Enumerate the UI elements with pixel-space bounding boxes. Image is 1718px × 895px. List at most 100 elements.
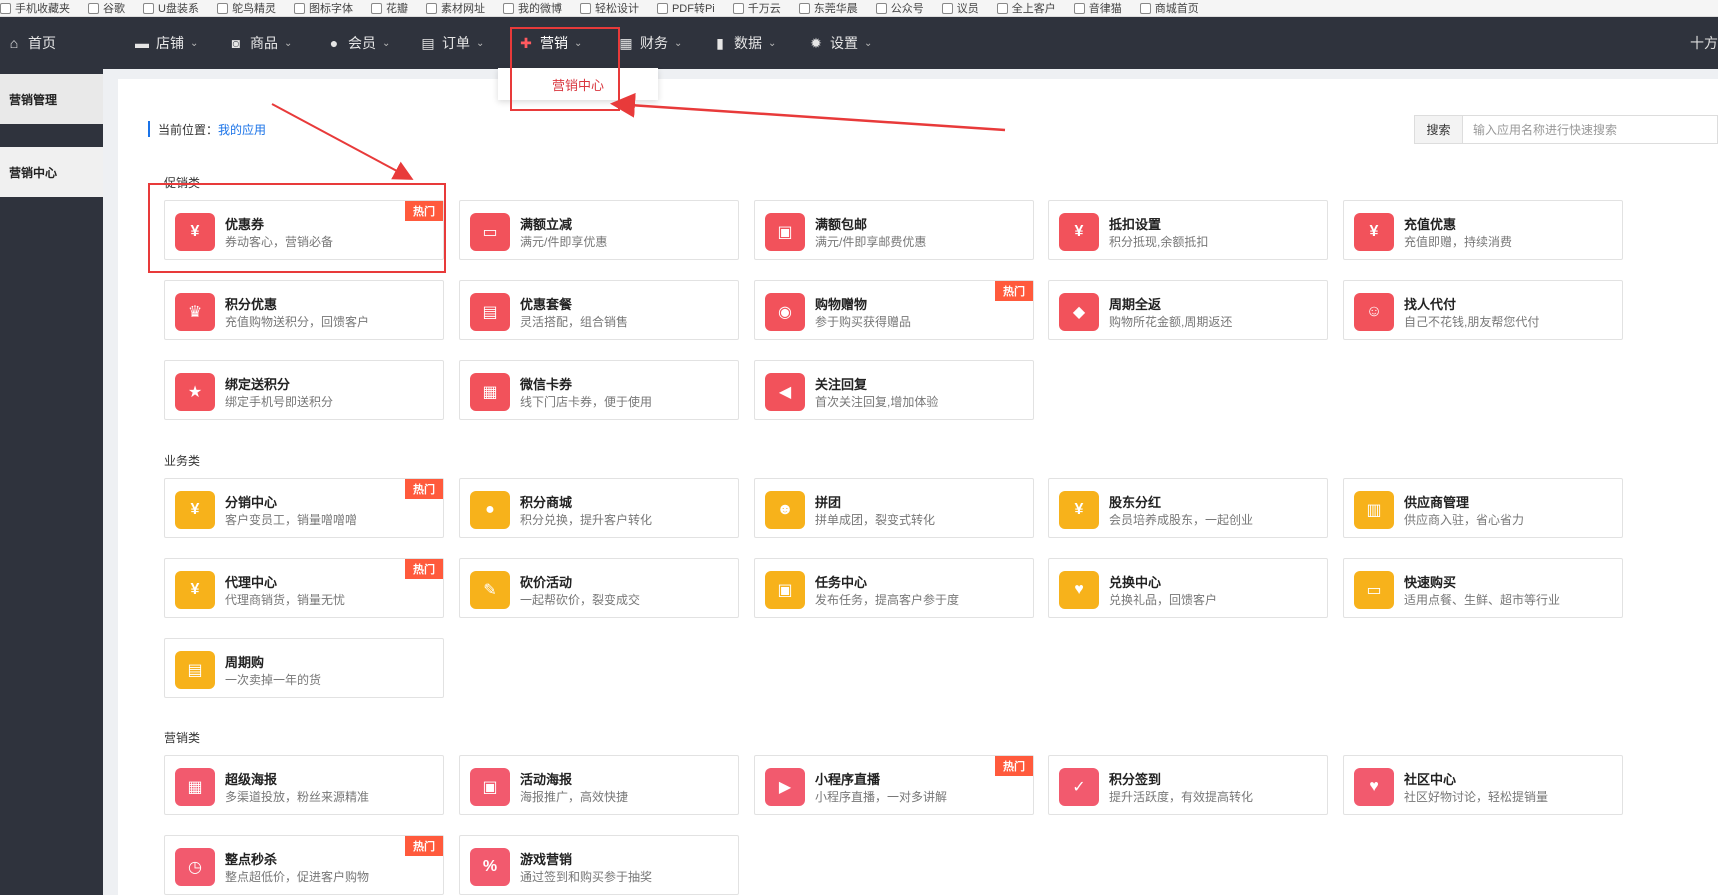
app-card[interactable]: ◀ 关注回复 首次关注回复,增加体验 bbox=[754, 360, 1034, 420]
app-icon: ◀ bbox=[765, 373, 805, 411]
app-card[interactable]: ▦ 微信卡券 线下门店卡券，便于使用 bbox=[459, 360, 739, 420]
app-card[interactable]: ▤ 周期购一次卖掉一年的货 bbox=[164, 638, 444, 698]
app-icon-glyph: ¥ bbox=[1369, 223, 1379, 240]
app-card[interactable]: ▶ 小程序直播 小程序直播，一对多讲解 热门 bbox=[754, 755, 1034, 815]
app-card-title: 优惠套餐 bbox=[520, 297, 573, 312]
bookmark-icon bbox=[0, 2, 11, 14]
app-card[interactable]: % 游戏营销 通过签到和购买参于抽奖 bbox=[459, 835, 739, 895]
app-card[interactable]: ◉ 购物赠物 参于购买获得赠品 热门 bbox=[754, 280, 1034, 340]
bookmark-item[interactable]: 千万云 bbox=[732, 0, 781, 16]
app-card-desc: 社区好物讨论，轻松提销量 bbox=[1404, 790, 1549, 804]
bookmark-item[interactable]: 谷歌 bbox=[88, 0, 125, 16]
app-card[interactable]: ¥ 充值优惠 充值即赠，持续消费 bbox=[1343, 200, 1623, 260]
app-card[interactable]: ☺ 找人代付 自己不花钱,朋友帮您代付 bbox=[1343, 280, 1623, 340]
member-icon: ● bbox=[329, 35, 339, 51]
bookmark-item[interactable]: 我的微博 bbox=[502, 0, 562, 16]
bookmark-label: 音律猫 bbox=[1088, 3, 1122, 15]
bookmark-item[interactable]: 花瓣 bbox=[370, 0, 408, 16]
app-icon-glyph: ◆ bbox=[1072, 304, 1086, 321]
nav-item-finance[interactable]: ▦ 财务 ⌄ bbox=[618, 17, 682, 69]
app-card-desc: 首次关注回复,增加体验 bbox=[815, 395, 939, 409]
app-card[interactable]: ♥ 兑换中心 兑换礼品，回馈客户 bbox=[1048, 558, 1328, 618]
nav-item-order[interactable]: ▤ 订单 ⌄ bbox=[420, 17, 484, 69]
app-card[interactable]: ▦ 超级海报 多渠道投放，粉丝来源精准 bbox=[164, 755, 444, 815]
bookmark-item[interactable]: 议员 bbox=[941, 0, 979, 16]
chevron-down-icon: ⌄ bbox=[190, 37, 199, 49]
app-icon-glyph: ▭ bbox=[482, 224, 498, 241]
bookmark-item[interactable]: 东莞华晨 bbox=[798, 0, 858, 16]
app-card[interactable]: ▣ 满额包邮 满元/件即享邮费优惠 bbox=[754, 200, 1034, 260]
app-icon-glyph: ▤ bbox=[187, 662, 203, 679]
bookmark-icon bbox=[216, 2, 228, 14]
app-card[interactable]: ▭ 满额立减 满元/件即享优惠 bbox=[459, 200, 739, 260]
app-card[interactable]: ¥ 分销中心 客户变员工，销量噌噌噌 热门 bbox=[164, 478, 444, 538]
app-card[interactable]: ✎ 砍价活动 一起帮砍价，裂变成交 bbox=[459, 558, 739, 618]
nav-item-goods[interactable]: ◙ 商品 ⌄ bbox=[228, 17, 293, 69]
bookmark-icon bbox=[143, 2, 154, 14]
sidebar-item-marketing-management[interactable]: 营销管理 bbox=[0, 74, 103, 124]
bookmark-icon bbox=[656, 2, 668, 14]
app-card[interactable]: ♛ 积分优惠 充值购物送积分，回馈客户 bbox=[164, 280, 444, 340]
nav-item-label: 商品 bbox=[250, 35, 278, 51]
bookmark-label: 公众号 bbox=[890, 3, 924, 15]
app-card-title: 社区中心 bbox=[1404, 772, 1457, 787]
app-card-desc: 积分兑换，提升客户转化 bbox=[520, 513, 653, 527]
nav-item-store[interactable]: ▬ 店铺 ⌄ bbox=[134, 17, 198, 69]
bookmark-label: 鸵鸟精灵 bbox=[231, 3, 276, 15]
bookmark-item[interactable]: 公众号 bbox=[875, 0, 924, 16]
app-card[interactable]: ▣ 活动海报 海报推广，高效快捷 bbox=[459, 755, 739, 815]
search-input[interactable] bbox=[1463, 116, 1717, 143]
app-card[interactable]: ◆ 周期全返 购物所花金额,周期返还 bbox=[1048, 280, 1328, 340]
nav-item-member[interactable]: ● 会员 ⌄ bbox=[326, 17, 391, 69]
bookmark-item[interactable]: 商城首页 bbox=[1139, 0, 1199, 16]
nav-user[interactable]: 十方 bbox=[1690, 17, 1718, 69]
bookmark-item[interactable]: PDF转Pi bbox=[656, 0, 715, 16]
nav-user-label: 十方 bbox=[1690, 35, 1718, 51]
nav-item-home[interactable]: ⌂ 首页 bbox=[6, 17, 56, 69]
app-card[interactable]: ▤ 优惠套餐 灵活搭配，组合销售 bbox=[459, 280, 739, 340]
app-icon-glyph: % bbox=[482, 858, 498, 875]
nav-item-chart[interactable]: ▮ 数据 ⌄ bbox=[712, 17, 776, 69]
app-card[interactable]: ◷ 整点秒杀 整点超低价，促进客户购物 热门 bbox=[164, 835, 444, 895]
app-card[interactable]: ¥ 优惠券 券动客心，营销必备 热门 bbox=[164, 200, 444, 260]
bookmark-item[interactable]: U盘装系 bbox=[143, 0, 199, 16]
app-card[interactable]: ▭ 快速购买 适用点餐、生鲜、超市等行业 bbox=[1343, 558, 1623, 618]
marketing-dropdown[interactable]: 营销中心 bbox=[498, 68, 658, 100]
app-card-title: 快速购买 bbox=[1404, 575, 1457, 590]
bookmark-item[interactable]: 鸵鸟精灵 bbox=[216, 0, 276, 16]
app-card[interactable]: ♥ 社区中心 社区好物讨论，轻松提销量 bbox=[1343, 755, 1623, 815]
bookmark-icon bbox=[502, 2, 514, 14]
app-icon-glyph: ◀ bbox=[778, 384, 792, 401]
top-nav: 十方 ⌂ 首页 ▬ 店铺 ⌄ ◙ 商品 ⌄ ● 会员 ⌄ ▤ 订单 ⌄ ✚ 营销 ⌄ ▦ 财务 ⌄ ▮ 数据 ⌄ ✹ 设置 ⌄ bbox=[0, 17, 1718, 69]
bookmark-item[interactable]: 图标字体 bbox=[293, 0, 353, 16]
app-card[interactable]: ¥ 股东分红 会员培养成股东，一起创业 bbox=[1048, 478, 1328, 538]
bookmark-item[interactable]: 全上客户 bbox=[996, 0, 1056, 16]
bookmark-item[interactable]: 轻松设计 bbox=[579, 0, 639, 16]
app-card-desc: 一次卖掉一年的货 bbox=[225, 673, 322, 687]
bookmark-item[interactable]: 音律猫 bbox=[1073, 0, 1122, 16]
app-card-title: 周期购 bbox=[225, 655, 265, 670]
app-card-title: 充值优惠 bbox=[1404, 217, 1457, 232]
app-card[interactable]: ▣ 任务中心 发布任务，提高客户参于度 bbox=[754, 558, 1034, 618]
app-card[interactable]: ▥ 供应商管理 供应商入驻，省心省力 bbox=[1343, 478, 1623, 538]
nav-item-gear[interactable]: ✹ 设置 ⌄ bbox=[808, 17, 872, 69]
bookmark-item[interactable]: 素材网址 bbox=[425, 0, 485, 16]
app-card[interactable]: ★ 绑定送积分 绑定手机号即送积分 bbox=[164, 360, 444, 420]
breadcrumb-link[interactable]: 我的应用 bbox=[218, 121, 266, 138]
app-card-desc: 自己不花钱,朋友帮您代付 bbox=[1404, 315, 1540, 329]
section-title: 促销类 bbox=[164, 176, 201, 190]
bookmark-label: 花瓣 bbox=[385, 3, 408, 15]
app-card[interactable]: ✓ 积分签到 提升活跃度，有效提高转化 bbox=[1048, 755, 1328, 815]
nav-item-label: 数据 bbox=[734, 35, 762, 51]
app-card[interactable]: ¥ 抵扣设置 积分抵现,余额抵扣 bbox=[1048, 200, 1328, 260]
app-search: 搜索 bbox=[1414, 115, 1718, 144]
sidebar-item-label: 营销管理 bbox=[9, 92, 58, 107]
nav-item-gift[interactable]: ✚ 营销 ⌄ bbox=[518, 17, 582, 69]
app-card[interactable]: ☻ 拼团 拼单成团，裂变式转化 bbox=[754, 478, 1034, 538]
bookmark-item[interactable]: 手机收藏夹 bbox=[0, 0, 70, 16]
sidebar-item-marketing-center[interactable]: 营销中心 bbox=[0, 147, 103, 197]
app-card[interactable]: ● 积分商城 积分兑换，提升客户转化 bbox=[459, 478, 739, 538]
app-card[interactable]: ¥ 代理中心 代理商销货，销量无忧 热门 bbox=[164, 558, 444, 618]
bookmark-label: 谷歌 bbox=[103, 3, 125, 15]
search-button[interactable]: 搜索 bbox=[1415, 116, 1463, 143]
